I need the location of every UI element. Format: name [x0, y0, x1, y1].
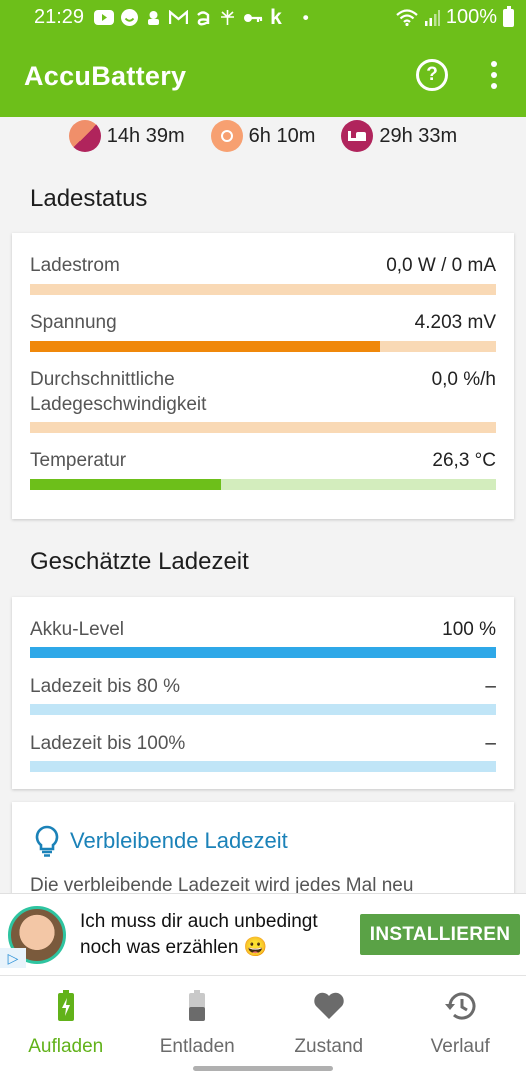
avg-charge-speed-label: Durchschnittliche Ladegeschwindigkeit: [30, 369, 207, 415]
sun-icon: [210, 120, 243, 152]
nav-history[interactable]: Verlauf: [395, 976, 526, 1080]
ad-install-button[interactable]: INSTALLIEREN: [360, 914, 520, 955]
tip-header: Verbleibende Ladezeit: [34, 825, 288, 857]
voltage-row: Spannung 4.203 mV: [30, 310, 496, 335]
bar-fill: [30, 341, 380, 352]
battery-half-icon: [189, 990, 206, 1021]
history-icon: [445, 992, 476, 1020]
summary-combined: 14h 39m: [68, 120, 185, 152]
time-to-100-row: Ladezeit bis 100% –: [30, 731, 496, 756]
bar-fill: [30, 647, 496, 658]
summary-sleep: 29h 33m: [341, 120, 457, 152]
summary-combined-value: 14h 39m: [106, 124, 185, 147]
ad-banner[interactable]: ▷ Ich muss dir auch unbedingt noch was e…: [0, 893, 526, 975]
nav-charging[interactable]: Aufladen: [0, 976, 132, 1080]
estimated-time-card: Akku-Level 100 % Ladezeit bis 80 % – Lad…: [12, 597, 514, 789]
summary-screen-on: 6h 10m: [210, 120, 316, 152]
overflow-menu-button[interactable]: [480, 57, 508, 93]
key-icon: [244, 13, 263, 22]
help-button[interactable]: ?: [416, 59, 448, 91]
mixed-usage-icon: [68, 120, 101, 152]
app-bar: AccuBattery ?: [0, 35, 526, 117]
k-icon: k: [270, 5, 282, 29]
nav-health[interactable]: Zustand: [263, 976, 395, 1080]
app-icon: [148, 11, 160, 25]
time-to-80-row: Ladezeit bis 80 % –: [30, 674, 496, 699]
time-to-100-value: –: [485, 733, 496, 754]
app-title: AccuBattery: [24, 60, 187, 91]
summary-sleep-value: 29h 33m: [379, 124, 458, 147]
battery-icon: [503, 5, 514, 27]
youtube-icon: [94, 10, 115, 25]
battery-level-bar: [30, 647, 496, 658]
battery-percent: 100%: [445, 6, 497, 28]
lightbulb-icon: [35, 825, 59, 857]
home-indicator[interactable]: [193, 1066, 333, 1071]
nav-discharging-label: Entladen: [159, 1036, 235, 1057]
time-to-80-bar: [30, 704, 496, 715]
amazon-icon: [197, 11, 210, 26]
nav-history-label: Verlauf: [430, 1036, 490, 1057]
avg-charge-speed-value: 0,0 %/h: [431, 369, 496, 390]
tip-title: Verbleibende Ladezeit: [70, 828, 288, 853]
time-to-100-label: Ladezeit bis 100%: [30, 733, 186, 754]
time-to-100-bar: [30, 761, 496, 772]
temperature-value: 26,3 °C: [432, 450, 496, 471]
signal-icon: [424, 10, 440, 26]
nav-discharging[interactable]: Entladen: [132, 976, 264, 1080]
dandelion-icon: [221, 10, 235, 25]
status-bar: 21:29 k • 100%: [0, 0, 526, 35]
time-to-80-value: –: [485, 676, 496, 697]
status-dot: •: [302, 7, 309, 27]
notification-icons: k •: [94, 6, 309, 30]
emoji-icon: [121, 9, 139, 26]
system-status: 100%: [396, 5, 514, 29]
charge-current-value: 0,0 W / 0 mA: [386, 255, 496, 276]
menu-dot-icon: [491, 83, 497, 89]
voltage-value: 4.203 mV: [414, 312, 496, 333]
bar-fill: [30, 479, 222, 490]
battery-level-label: Akku-Level: [30, 619, 124, 640]
temperature-row: Temperatur 26,3 °C: [30, 448, 496, 473]
temperature-label: Temperatur: [30, 450, 127, 471]
nav-charging-label: Aufladen: [28, 1036, 104, 1057]
time-to-80-label: Ladezeit bis 80 %: [30, 676, 180, 697]
wifi-icon: [396, 9, 418, 26]
nav-health-label: Zustand: [294, 1036, 364, 1057]
bottom-navigation: Aufladen Entladen Zustand Verlauf: [0, 975, 526, 1080]
gmail-icon: [169, 10, 189, 24]
help-icon: ?: [426, 64, 438, 85]
temperature-bar: [30, 479, 496, 490]
usage-summary: 14h 39m 6h 10m 29h 33m: [0, 117, 526, 155]
voltage-bar: [30, 341, 496, 352]
ad-text: Ich muss dir auch unbedingt noch was erz…: [80, 911, 318, 958]
battery-level-value: 100 %: [442, 619, 496, 640]
bed-icon: [341, 120, 374, 152]
menu-dot-icon: [491, 61, 497, 67]
summary-screen-on-value: 6h 10m: [248, 124, 316, 147]
charge-status-card: Ladestrom 0,0 W / 0 mA Spannung 4.203 mV…: [12, 233, 514, 519]
estimated-time-title: Geschätzte Ladezeit: [30, 548, 249, 575]
avg-charge-speed-bar: [30, 422, 496, 433]
menu-dot-icon: [491, 72, 497, 78]
heart-icon: [314, 992, 344, 1019]
charge-current-bar: [30, 284, 496, 295]
avg-charge-speed-row: Durchschnittliche Ladegeschwindigkeit 0,…: [30, 367, 496, 417]
voltage-label: Spannung: [30, 312, 117, 333]
battery-level-row: Akku-Level 100 %: [30, 617, 496, 642]
charge-current-label: Ladestrom: [30, 255, 120, 276]
charge-status-title: Ladestatus: [30, 185, 148, 212]
ad-choices-icon[interactable]: ▷: [0, 948, 26, 968]
battery-charging-icon: [57, 990, 74, 1021]
charge-current-row: Ladestrom 0,0 W / 0 mA: [30, 253, 496, 278]
status-time: 21:29: [34, 6, 85, 28]
